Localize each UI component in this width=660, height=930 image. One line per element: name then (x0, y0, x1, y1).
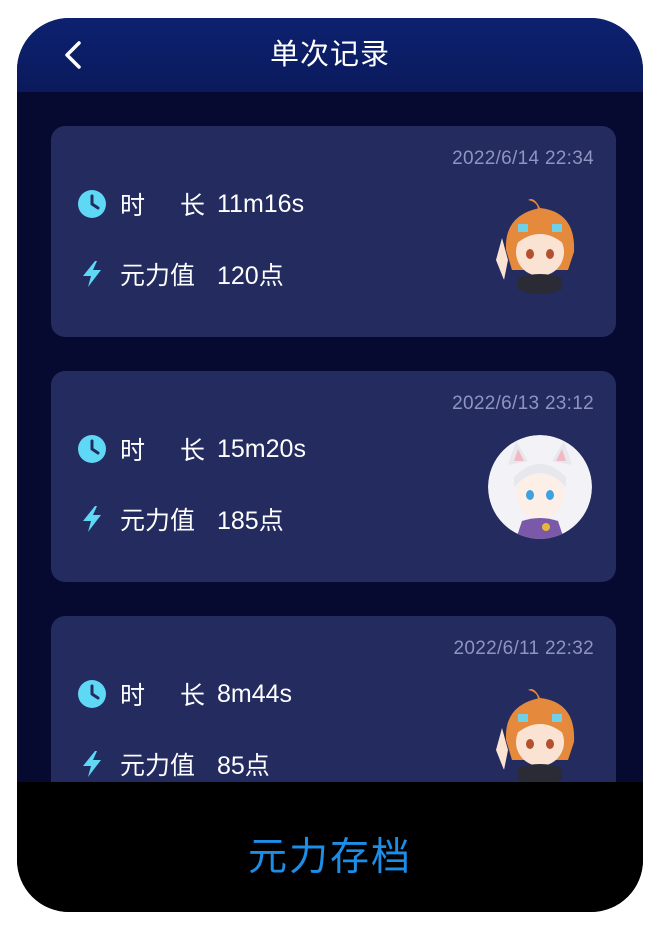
record-card[interactable]: 2022/6/14 22:34 时长 11m16s 元力值 120点 (51, 126, 616, 337)
energy-value: 185点 (217, 507, 284, 535)
avatar-orange-hair-character (488, 680, 592, 782)
phone-screen: 单次记录 2022/6/14 22:34 时长 11m16s 元力值 120点 … (17, 18, 643, 912)
energy-label: 元力值 (120, 752, 196, 780)
duration-row: 时长 15m20s (77, 431, 306, 467)
energy-label: 元力值 (120, 507, 196, 535)
duration-value: 11m16s (217, 189, 305, 218)
record-card[interactable]: 2022/6/13 23:12 时长 15m20s 元力值 185点 (51, 371, 616, 582)
record-list[interactable]: 2022/6/14 22:34 时长 11m16s 元力值 120点 2022/… (17, 92, 643, 782)
clock-icon (78, 435, 106, 463)
record-date: 2022/6/14 22:34 (452, 148, 594, 169)
energy-value: 85点 (217, 752, 270, 780)
lightning-icon (83, 261, 101, 287)
duration-label: 时长 (120, 192, 205, 220)
duration-label: 时长 (120, 682, 205, 710)
energy-row: 元力值 85点 (77, 746, 270, 782)
clock-icon (78, 680, 106, 708)
duration-row: 时长 8m44s (77, 676, 292, 712)
duration-value: 8m44s (217, 679, 293, 708)
energy-label: 元力值 (120, 262, 196, 290)
clock-icon (78, 190, 106, 218)
energy-row: 元力值 120点 (77, 256, 284, 292)
lightning-icon (83, 751, 101, 777)
record-date: 2022/6/11 22:32 (453, 638, 594, 659)
avatar-white-hair-character (488, 435, 592, 539)
energy-row: 元力值 185点 (77, 501, 284, 537)
duration-value: 15m20s (217, 434, 306, 463)
avatar-orange-hair-character (488, 190, 592, 294)
archive-button[interactable]: 元力存档 (17, 826, 643, 882)
record-card[interactable]: 2022/6/11 22:32 时长 8m44s 元力值 85点 (51, 616, 616, 782)
duration-row: 时长 11m16s (77, 186, 304, 222)
energy-value: 120点 (217, 262, 284, 290)
page-title: 单次记录 (269, 37, 390, 71)
top-bar: 单次记录 (17, 18, 643, 92)
lightning-icon (83, 506, 101, 532)
duration-label: 时长 (120, 437, 205, 465)
record-date: 2022/6/13 23:12 (452, 393, 594, 414)
bottom-bar: 元力存档 (17, 782, 643, 912)
